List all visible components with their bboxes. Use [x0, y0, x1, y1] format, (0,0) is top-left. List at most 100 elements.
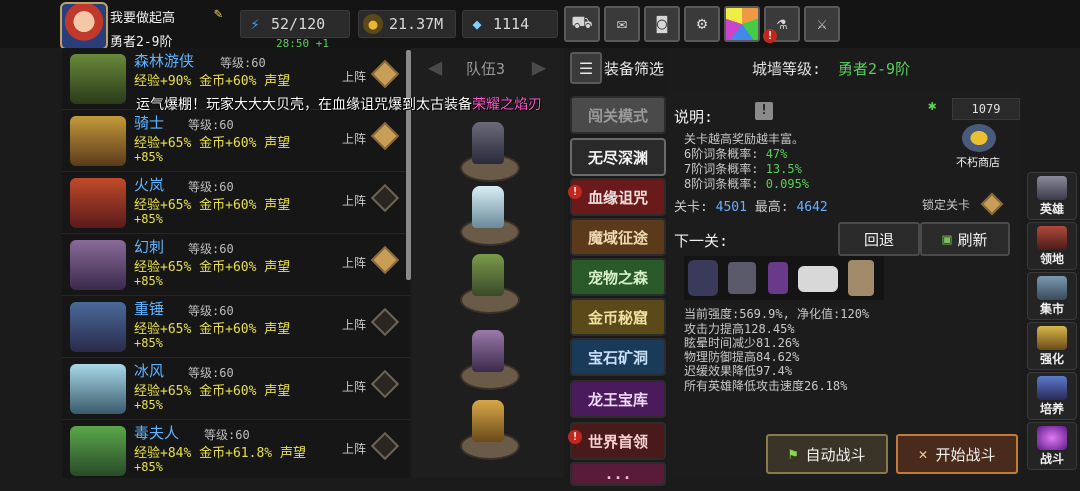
enemy-icon [798, 266, 838, 292]
team-slot[interactable] [458, 186, 520, 246]
team-slot[interactable] [458, 122, 520, 182]
player-avatar[interactable] [60, 2, 108, 50]
hero-row[interactable]: 毒夫人 等级:60 经验+84% 金币+61.8% 声望 +85% 上阵 [62, 420, 410, 478]
hero-row[interactable]: 冰风 等级:60 经验+65% 金币+60% 声望 +85% 上阵 [62, 358, 410, 420]
wall-level-value: 勇者2-9阶 [838, 60, 911, 78]
hero-bonus-extra: +85% [134, 150, 163, 164]
hero-bonus: 经验+65% 金币+60% 声望 [134, 322, 291, 337]
deploy-toggle[interactable] [370, 431, 400, 461]
player-name: 我要做起高 [110, 11, 176, 26]
mode-label: 世界首领 [587, 432, 648, 451]
hero-figure [472, 254, 504, 296]
deploy-toggle[interactable] [370, 183, 400, 213]
auto-battle-button[interactable]: ⚑ 自动战斗 [766, 434, 888, 474]
immortal-shop-label[interactable]: 不朽商店 [956, 154, 1000, 170]
side-menu-territory[interactable]: 领地 [1027, 222, 1077, 270]
shop-currency-value: 1079 [952, 98, 1020, 120]
auto-battle-label: 自动战斗 [805, 445, 866, 464]
back-button[interactable]: 回退 [838, 222, 920, 256]
mode-gem-mine[interactable]: 宝石矿洞 [570, 338, 666, 376]
refresh-label: 刷新 [957, 230, 988, 249]
hero-bonus: 经验+65% 金币+60% 声望 [134, 198, 291, 213]
mode-world-boss[interactable]: 世界首领 [570, 422, 666, 460]
hero-level: 等级:60 [188, 118, 234, 132]
mode-more[interactable]: ... [570, 462, 666, 486]
market-stall-icon [1037, 276, 1067, 300]
enemy-icon [688, 260, 718, 296]
effect-line: 所有英雄降低攻击速度26.18% [684, 379, 848, 393]
mode-endless-abyss[interactable]: 无尽深渊 [570, 138, 666, 176]
mode-gold-cave[interactable]: 金币秘窟 [570, 298, 666, 336]
side-menu-heroes[interactable]: 英雄 [1027, 172, 1077, 220]
filter-list-icon[interactable]: ☰ [570, 52, 602, 84]
enhance-icon [1037, 326, 1067, 350]
gems-value: 1114 [493, 15, 530, 33]
hero-portrait [70, 426, 126, 476]
deploy-label: 上阵 [342, 70, 367, 84]
alert-badge: ! [568, 185, 582, 199]
immortal-shop-icon[interactable] [962, 124, 996, 152]
mode-dragon-vault[interactable]: 龙王宝库 [570, 380, 666, 418]
deploy-toggle[interactable] [370, 245, 400, 275]
color-wheel-icon[interactable] [724, 6, 760, 42]
hero-portrait [70, 116, 126, 166]
hero-portrait [70, 240, 126, 290]
hero-name: 毒夫人 [134, 424, 180, 442]
gamepad-icon[interactable]: ◙ [644, 6, 680, 42]
hero-bonus-extra: +85% [134, 274, 163, 288]
broadcast-message: 运气爆棚！玩家大大大贝壳，在血缘诅咒爆到太古装备荣耀之焰刃 [136, 94, 542, 114]
hero-name: 森林游侠 [134, 52, 195, 70]
cart-icon[interactable]: ⛟ [564, 6, 600, 42]
flask-icon[interactable]: ⚗! [763, 6, 800, 43]
hero-level: 等级:60 [188, 304, 234, 318]
team-slot[interactable] [458, 400, 520, 460]
side-menu-market[interactable]: 集市 [1027, 272, 1077, 320]
gear-icon[interactable]: ⚙ [684, 6, 720, 42]
hero-list-scrollbar[interactable] [406, 50, 411, 280]
side-menu-enhance[interactable]: 强化 [1027, 322, 1077, 370]
hero-row[interactable]: 骑士 等级:60 经验+65% 金币+60% 声望 +85% 上阵 [62, 110, 410, 172]
hero-row[interactable]: 火岚 等级:60 经验+65% 金币+60% 声望 +85% 上阵 [62, 172, 410, 234]
potion-icon [1037, 376, 1067, 400]
hero-level: 等级:60 [204, 428, 250, 442]
equipment-filter-label[interactable]: 装备筛选 [604, 58, 664, 79]
edit-icon[interactable]: ✎ [214, 6, 230, 22]
mode-blood-curse[interactable]: 血缘诅咒 [570, 178, 666, 216]
deploy-label: 上阵 [342, 256, 367, 270]
hero-bonus-extra: +85% [134, 398, 163, 412]
hero-level: 等级:60 [188, 242, 234, 256]
help-icon[interactable]: ! [755, 102, 773, 120]
start-battle-button[interactable]: ✕ 开始战斗 [896, 434, 1018, 474]
hero-level: 等级:60 [188, 180, 234, 194]
deploy-toggle[interactable] [370, 307, 400, 337]
hero-bonus-extra: +85% [134, 460, 163, 474]
swords-icon[interactable]: ⚔ [804, 6, 840, 42]
beetle-icon: ✱ [928, 98, 937, 114]
hero-row[interactable]: 重锤 等级:60 经验+65% 金币+60% 声望 +85% 上阵 [62, 296, 410, 358]
next-stage-label: 下一关: [674, 232, 729, 250]
side-menu-battle[interactable]: 战斗 [1027, 422, 1077, 470]
side-menu-train[interactable]: 培养 [1027, 372, 1077, 420]
castle-icon [1037, 226, 1067, 250]
team-slot[interactable] [458, 330, 520, 390]
enemy-icon [768, 262, 788, 294]
hero-figure [472, 330, 504, 372]
mode-demon-journey[interactable]: 魔域征途 [570, 218, 666, 256]
hero-bonus-extra: +85% [134, 212, 163, 226]
mail-icon[interactable]: ✉ [604, 6, 640, 42]
next-team-arrow-icon[interactable]: ▶ [522, 52, 556, 82]
deploy-toggle[interactable] [370, 369, 400, 399]
mode-pet-forest[interactable]: 宠物之森 [570, 258, 666, 296]
mode-stage[interactable]: 闯关模式 [570, 96, 666, 134]
deploy-toggle[interactable] [370, 59, 400, 89]
deploy-toggle[interactable] [370, 121, 400, 151]
crossed-swords-icon: ✕ [918, 445, 928, 463]
hero-row[interactable]: 幻刺 等级:60 经验+65% 金币+60% 声望 +85% 上阵 [62, 234, 410, 296]
side-menu-label: 领地 [1039, 252, 1064, 266]
deploy-label: 上阵 [342, 132, 367, 146]
team-slot[interactable] [458, 254, 520, 314]
refresh-button[interactable]: ▣ 刷新 [920, 222, 1010, 256]
prev-team-arrow-icon[interactable]: ◀ [418, 52, 452, 82]
wall-level-label: 城墙等级: [752, 60, 822, 78]
gold-value: 21.37M [389, 15, 444, 33]
